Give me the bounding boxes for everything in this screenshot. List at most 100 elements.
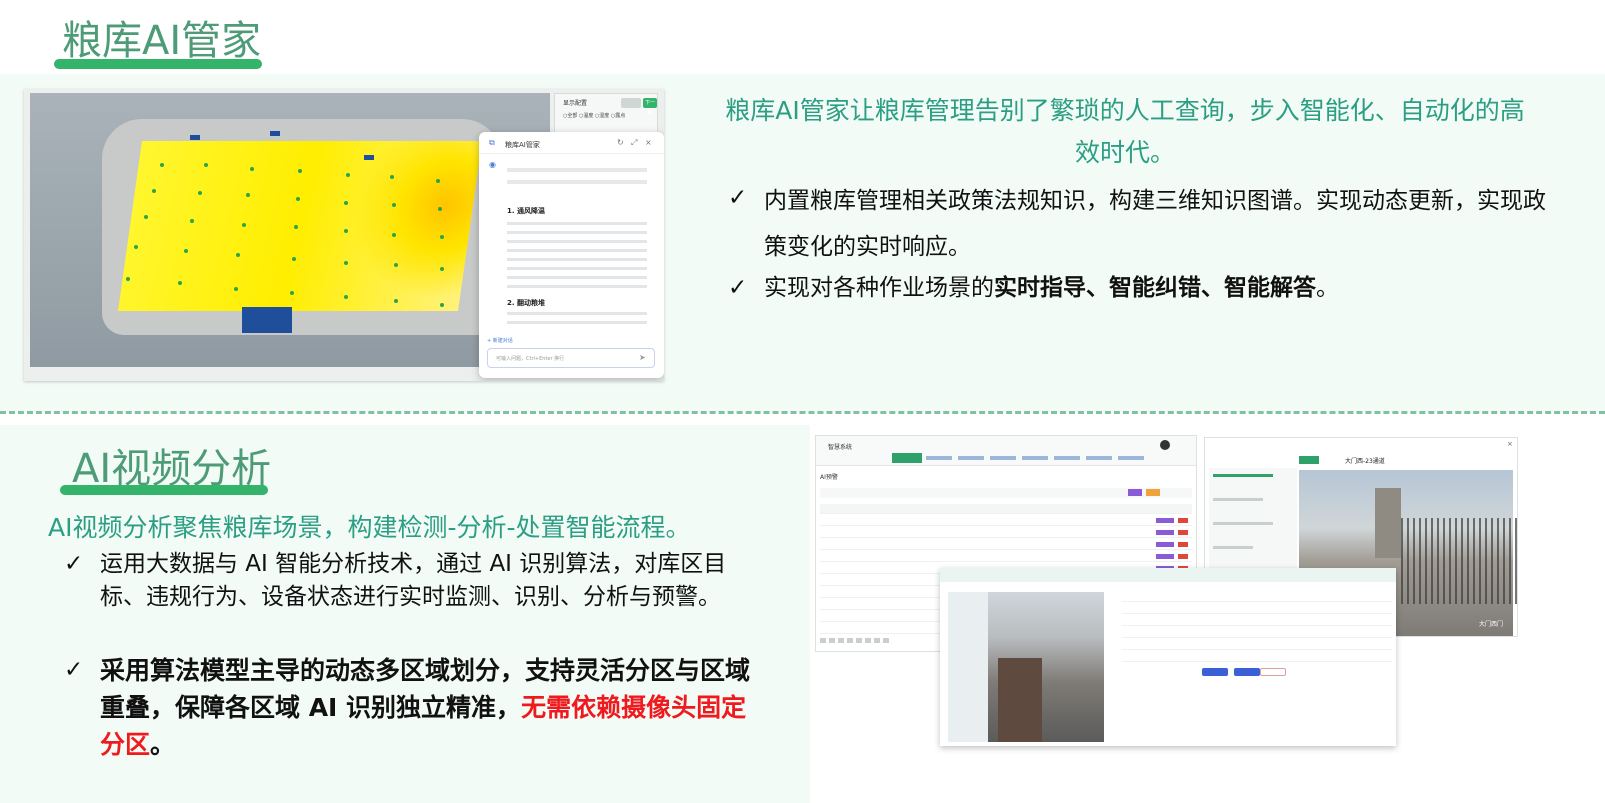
delete-badge[interactable] [1178,554,1188,559]
expand-icon[interactable]: ⤢ [631,138,637,148]
form-field[interactable] [1122,618,1392,626]
sensor-point [134,245,138,249]
system-name: 智慧系统 [828,444,853,451]
table-row[interactable] [820,528,1192,538]
sensor-point [436,179,440,183]
pagination[interactable] [820,638,890,643]
sensor-point [236,253,240,257]
history-icon[interactable]: ↻ [617,138,624,147]
sensor-point [440,267,444,271]
corridor-wall [948,592,988,742]
ai-chat-window: ⧉ 粮库AI管家 ↻ ⤢ × ◉ 1. 通风降温 2. 翻动粮堆 + 新建对话 … [479,132,664,378]
camera-caption: 大门西门 [1478,621,1503,628]
config-options[interactable]: ○全部 ○温度 ○湿度 ○露点 [563,112,625,119]
chat-message-intro [507,168,647,184]
action-badge[interactable] [1156,554,1174,559]
corridor-floor [998,658,1042,742]
bullet-text-bold: 实时指导、智能纠错、智能解答 [994,275,1316,301]
warehouse-door-block [242,307,292,333]
check-icon: ✓ [64,551,84,577]
camera-tab-active[interactable] [1299,456,1319,464]
new-chat-link[interactable]: + 新建对话 [487,337,513,344]
save-button[interactable] [1234,668,1260,676]
section1-bullet-2: ✓ 实现对各种作业场景的实时指导、智能纠错、智能解答。 [728,268,1548,308]
chat-header: ⧉ 粮库AI管家 ↻ ⤢ × [479,132,664,154]
sensor-point [198,191,202,195]
sensor-point [152,189,156,193]
config-title: 显示配置 [563,100,588,107]
form-field[interactable] [1122,606,1392,614]
side-item[interactable] [1213,498,1263,501]
section2-title-underline [60,485,268,495]
sensor-point [290,291,294,295]
sensor-point [144,215,148,219]
sensor-point [394,263,398,267]
chat-title: 粮库AI管家 [505,141,540,149]
action-badge[interactable] [1156,530,1174,535]
sensor-point [294,225,298,229]
form-field[interactable] [1122,594,1392,602]
close-icon[interactable]: × [1507,440,1513,448]
action-badge[interactable] [1156,542,1174,547]
section2-bullet-2: ✓ 采用算法模型主导的动态多区域划分，支持灵活分区与区域重叠，保障各区域 AI … [64,652,764,766]
check-icon: ✓ [728,185,748,211]
sensor-point [344,229,348,233]
action-badge[interactable] [1156,518,1174,523]
section1-intro: 粮库AI管家让粮库管理告别了繁琐的人工查询，步入智能化、自动化的高效时代。 [725,96,1525,167]
sensor-point [296,197,300,201]
ai-assistant-icon: ⧉ [489,138,495,147]
delete-badge[interactable] [1178,542,1188,547]
confirm-button[interactable] [1202,668,1228,676]
side-item[interactable] [1213,522,1273,525]
bullet-text-part: 实现对各种作业场景的 [764,275,994,301]
section1-title: 粮库AI管家 [62,18,262,64]
check-icon: ✓ [64,657,84,683]
close-icon[interactable]: × [645,138,652,147]
warehouse-vent [270,131,280,136]
delete-badge[interactable] [1178,518,1188,523]
reset-button[interactable] [1146,489,1160,496]
sensor-point [392,233,396,237]
chat-heading-turning: 2. 翻动粮堆 [507,299,545,307]
side-item[interactable] [1213,546,1253,549]
form-field[interactable] [1122,654,1392,662]
config-next-button[interactable]: 下一帧 [643,98,657,116]
form-field[interactable] [1122,642,1392,650]
warehouse-vent [190,135,200,140]
warehouse-3d-scene [30,93,550,367]
sensor-point [184,249,188,253]
guard-tower [1375,488,1401,558]
sensor-point [178,281,182,285]
search-button[interactable] [1128,489,1142,496]
send-icon[interactable]: ➤ [639,353,646,362]
delete-badge[interactable] [1178,530,1188,535]
table-row[interactable] [820,516,1192,526]
sensor-point [344,261,348,265]
sensor-point [394,299,398,303]
avatar[interactable] [1160,440,1170,450]
sensor-point [234,287,238,291]
sensor-point [440,235,444,239]
sensor-point [292,257,296,261]
tab-bar[interactable] [926,456,1146,460]
table-row[interactable] [820,540,1192,550]
section1-title-underline [54,59,262,69]
chat-message-body [507,222,647,294]
sensor-point [204,163,208,167]
temperature-heatmap [118,141,482,311]
bullet-text: 采用算法模型主导的动态多区域划分，支持灵活分区与区域重叠，保障各区域 AI 识别… [100,652,764,763]
cancel-button[interactable] [1260,668,1286,676]
tab-active[interactable] [892,453,922,463]
sensor-point [344,295,348,299]
form-field[interactable] [1122,630,1392,638]
panel-title: AI预警 [820,474,838,481]
side-item[interactable] [1213,474,1273,477]
config-prev-button[interactable] [621,98,641,108]
app-topbar: 智慧系统 [816,436,1196,466]
chat-message-body [507,312,647,330]
chat-input[interactable]: 可输入问题，Ctrl+Enter 换行 [487,348,655,368]
bullet-text-part: 。 [1316,275,1339,301]
sensor-point [344,201,348,205]
bullet-text: 内置粮库管理相关政策法规知识，构建三维知识图谱。实现动态更新，实现政策变化的实时… [764,188,1546,260]
table-row[interactable] [820,552,1192,562]
